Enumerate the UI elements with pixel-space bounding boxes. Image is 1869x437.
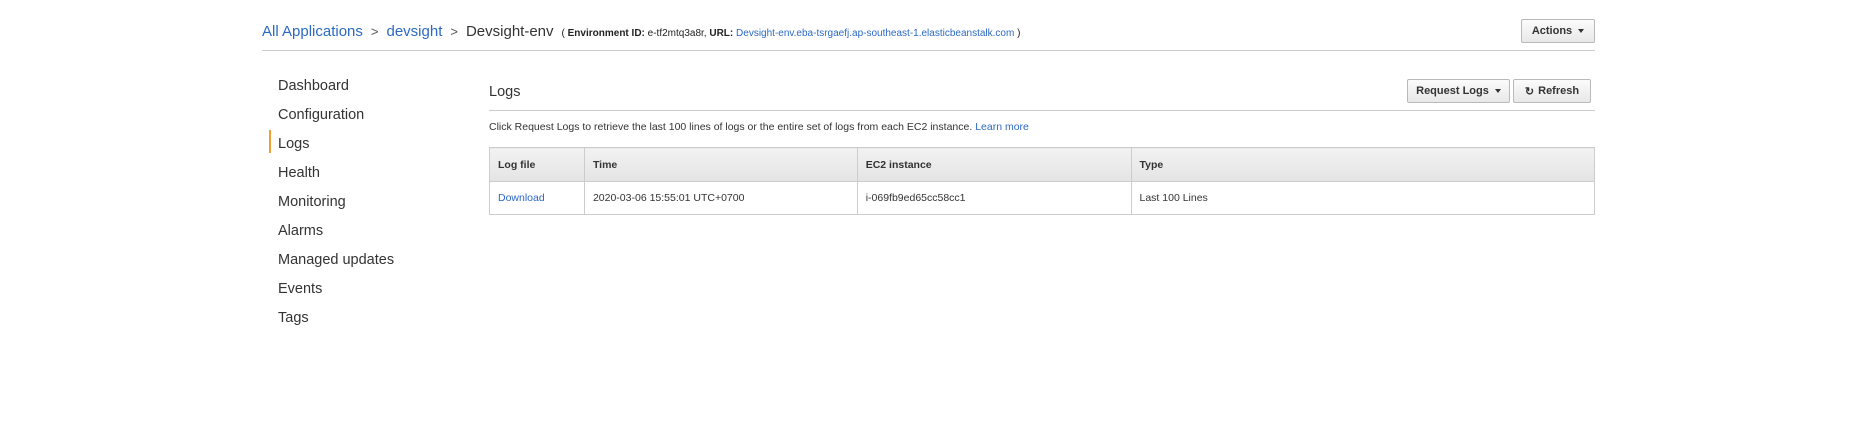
download-link[interactable]: Download — [489, 181, 585, 215]
actions-button-label: Actions — [1531, 25, 1573, 37]
description-text: Click Request Logs to retrieve the last … — [489, 121, 973, 133]
sidebar-item-logs[interactable]: Logs — [269, 130, 448, 163]
page-title: Logs — [489, 84, 521, 100]
column-header-ec2-instance[interactable]: EC2 instance — [856, 147, 1132, 182]
page: All Applications > devsight > Devsight-e… — [0, 0, 1869, 437]
logs-panel: Logs Request Logs ↻ Refresh Click Reques… — [489, 66, 1595, 215]
request-logs-button[interactable]: Request Logs — [1407, 79, 1510, 103]
column-header-time[interactable]: Time — [583, 147, 858, 182]
breadcrumb-application[interactable]: devsight — [387, 23, 443, 40]
table-row: Download 2020-03-06 15:55:01 UTC+0700 i-… — [489, 181, 1595, 215]
logs-table: Log file Time EC2 instance Type Download… — [489, 147, 1595, 215]
actions-button[interactable]: Actions — [1521, 19, 1595, 43]
sidebar-item-monitoring[interactable]: Monitoring — [278, 192, 448, 221]
env-info-open-paren: ( — [561, 28, 565, 39]
column-header-type[interactable]: Type — [1130, 147, 1595, 182]
sidebar-item-health[interactable]: Health — [278, 163, 448, 192]
env-url-label: URL: — [709, 28, 734, 39]
sidebar-item-configuration[interactable]: Configuration — [278, 105, 448, 134]
refresh-button[interactable]: ↻ Refresh — [1513, 79, 1591, 103]
breadcrumb-separator: > — [370, 24, 379, 39]
env-id-value: e-tf2mtq3a8r, — [647, 28, 707, 39]
breadcrumb: All Applications > devsight > Devsight-e… — [262, 23, 1020, 40]
page-header: All Applications > devsight > Devsight-e… — [262, 16, 1595, 51]
caret-down-icon — [1578, 29, 1585, 33]
env-id-label: Environment ID: — [567, 28, 645, 39]
request-logs-label: Request Logs — [1416, 85, 1489, 97]
refresh-label: Refresh — [1538, 85, 1580, 97]
column-header-log-file[interactable]: Log file — [489, 147, 585, 182]
sidebar-item-dashboard[interactable]: Dashboard — [278, 76, 448, 105]
env-url-link[interactable]: Devsight-env.eba-tsrgaefj.ap-southeast-1… — [736, 28, 1014, 39]
sidebar-item-events[interactable]: Events — [278, 279, 448, 308]
env-info-close-paren: ) — [1017, 28, 1021, 39]
breadcrumb-separator: > — [450, 24, 458, 39]
logs-description: Click Request Logs to retrieve the last … — [489, 121, 1029, 133]
cell-type: Last 100 Lines — [1130, 181, 1595, 215]
learn-more-link[interactable]: Learn more — [975, 121, 1029, 133]
sidebar-item-alarms[interactable]: Alarms — [278, 221, 448, 250]
sidebar-nav: Dashboard Configuration Logs Health Moni… — [269, 76, 448, 337]
sidebar-item-tags[interactable]: Tags — [278, 308, 448, 337]
table-header-row: Log file Time EC2 instance Type — [489, 147, 1595, 182]
cell-ec2-instance: i-069fb9ed65cc58cc1 — [856, 181, 1132, 215]
sidebar-item-managed-updates[interactable]: Managed updates — [278, 250, 448, 279]
breadcrumb-all-applications[interactable]: All Applications — [262, 23, 363, 40]
environment-info: ( Environment ID: e-tf2mtq3a8r, URL: Dev… — [562, 28, 1021, 39]
breadcrumb-environment: Devsight-env — [465, 23, 554, 40]
cell-time: 2020-03-06 15:55:01 UTC+0700 — [583, 181, 858, 215]
refresh-icon: ↻ — [1524, 85, 1535, 98]
section-header: Logs Request Logs ↻ Refresh — [489, 66, 1595, 111]
caret-down-icon — [1494, 89, 1501, 93]
